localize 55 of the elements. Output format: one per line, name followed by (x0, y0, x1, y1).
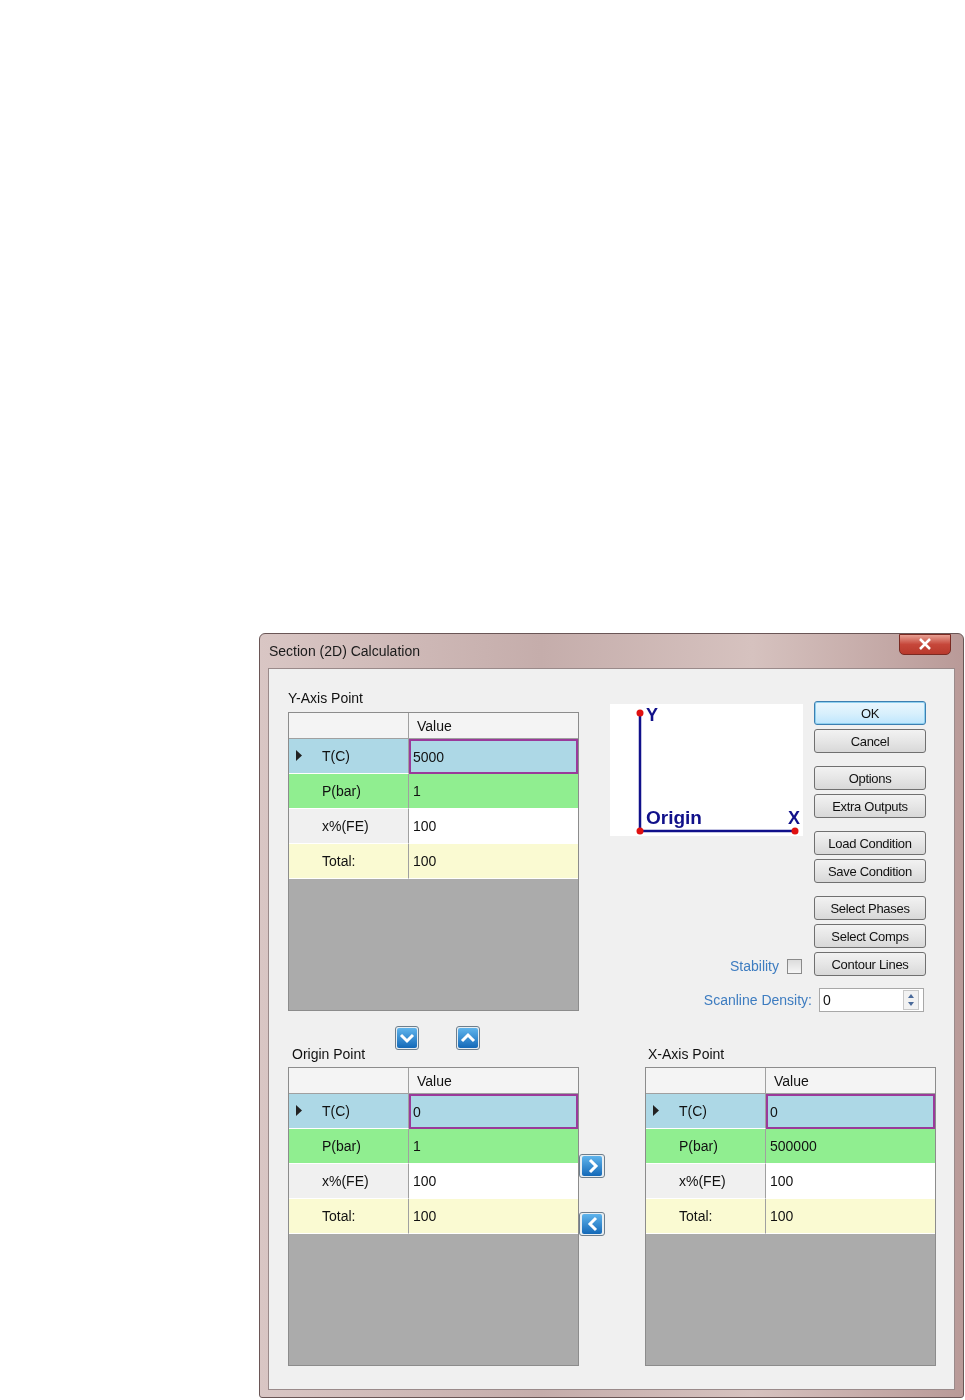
row-label: Total: (322, 1208, 356, 1224)
row-label: x%(FE) (679, 1173, 726, 1189)
value-cell[interactable]: 100 (766, 1199, 935, 1234)
value-cell[interactable]: 1 (409, 774, 578, 809)
copy-left-button[interactable] (579, 1212, 605, 1236)
row-label: T(C) (679, 1103, 707, 1119)
row-label: T(C) (322, 1103, 350, 1119)
close-button[interactable] (899, 633, 951, 655)
row-label: Total: (679, 1208, 713, 1224)
axis-label: Origin (646, 807, 702, 828)
value-cell[interactable]: 100 (409, 844, 578, 879)
stability-checkbox[interactable] (787, 958, 802, 974)
section-label: Y-Axis Point (288, 690, 364, 706)
value-cell[interactable]: 100 (409, 1199, 578, 1234)
value-cell[interactable]: 100 (766, 1164, 935, 1199)
dialog-button[interactable]: Select Comps (814, 924, 926, 948)
move-up-button[interactable] (456, 1026, 480, 1050)
window-title: Section (2D) Calculation (269, 643, 420, 659)
dialog-button[interactable]: Contour Lines (814, 952, 926, 976)
value-cell[interactable]: 500000 (766, 1129, 935, 1164)
chevron-left-icon (581, 1213, 603, 1235)
section-label: Origin Point (291, 1046, 367, 1062)
section-label: X-Axis Point (647, 1046, 725, 1062)
row-label: x%(FE) (322, 1173, 369, 1189)
dialog-button[interactable]: Save Condition (814, 859, 926, 883)
dialog-button[interactable]: Cancel (814, 729, 926, 753)
dialog-button[interactable]: Load Condition (814, 831, 926, 855)
dialog-button[interactable]: Options (814, 766, 926, 790)
value-cell[interactable]: 0 (766, 1094, 935, 1129)
value-cell[interactable]: 1 (409, 1129, 578, 1164)
dialog-button[interactable]: Select Phases (814, 896, 926, 920)
chevron-up-icon (457, 1027, 479, 1049)
value-cell[interactable]: 100 (409, 809, 578, 844)
checkbox-label: Stability (729, 958, 779, 974)
value-cell[interactable]: 5000 (409, 739, 578, 774)
field-label: Scanline Density: (703, 992, 812, 1008)
close-icon (918, 638, 932, 650)
row-label: x%(FE) (322, 818, 369, 834)
value-cell[interactable]: 0 (409, 1094, 578, 1129)
row-label: P(bar) (322, 783, 361, 799)
number-spinner[interactable]: 0 (819, 988, 924, 1012)
spinner-arrows-icon[interactable] (903, 990, 919, 1010)
dialog-button[interactable]: Extra Outputs (814, 794, 926, 818)
axis-label: Y (646, 705, 658, 725)
row-label: Total: (322, 853, 356, 869)
chevron-right-icon (581, 1155, 603, 1177)
chevron-down-icon (396, 1027, 418, 1049)
row-label: T(C) (322, 748, 350, 764)
value-cell[interactable]: 100 (409, 1164, 578, 1199)
dialog-button[interactable]: OK (814, 701, 926, 725)
axis-label: X (788, 808, 800, 828)
row-label: P(bar) (679, 1138, 718, 1154)
row-label: P(bar) (322, 1138, 361, 1154)
move-down-button[interactable] (395, 1026, 419, 1050)
copy-right-button[interactable] (579, 1154, 605, 1178)
